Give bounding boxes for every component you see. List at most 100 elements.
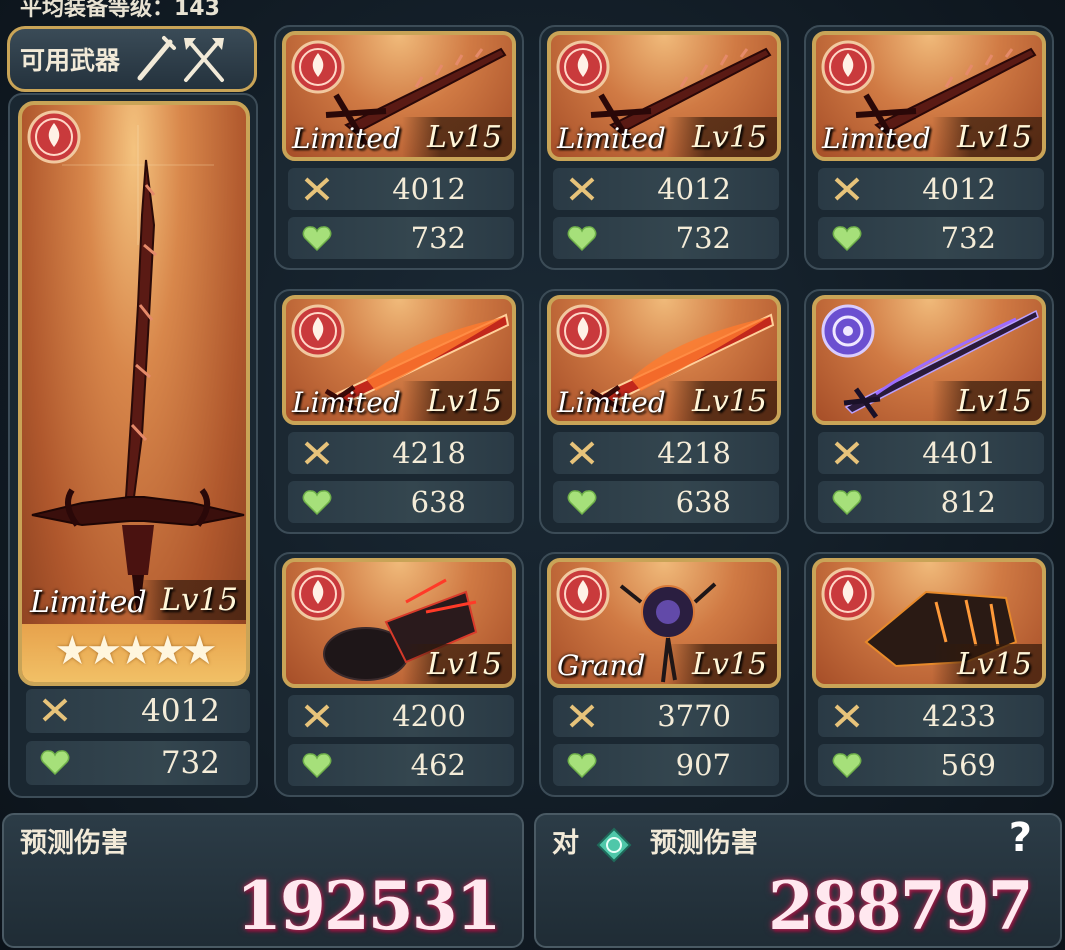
- attack-icon: [834, 704, 860, 728]
- attack-stat: 4218: [288, 432, 514, 474]
- weapon-art: Lv15: [282, 558, 516, 688]
- weapon-tag: Grand: [557, 649, 646, 682]
- weapon-art: Limited Lv15: [282, 295, 516, 425]
- weapon-level: Lv15: [691, 120, 767, 155]
- sword-icon: [137, 36, 177, 81]
- weapon-level: Lv15: [691, 384, 767, 419]
- weapon-level: Lv15: [956, 384, 1032, 419]
- attack-value: 4012: [922, 172, 996, 206]
- attack-value: 4233: [922, 699, 996, 733]
- fire-element-icon: [291, 304, 345, 358]
- weapon-card[interactable]: Limited Lv15 4012 732: [274, 25, 524, 270]
- hp-value: 732: [940, 221, 996, 255]
- hp-value: 638: [675, 485, 731, 519]
- predicted-damage-value: 192531: [236, 867, 502, 945]
- versus-prefix: 对: [552, 828, 579, 859]
- heart-icon: [302, 753, 332, 779]
- hp-stat: 732: [26, 741, 250, 785]
- attack-stat: 4012: [288, 168, 514, 210]
- weapon-art: Lv15: [812, 558, 1046, 688]
- hp-stat: 638: [288, 481, 514, 523]
- weapon-card[interactable]: Limited Lv15 4218 638: [539, 289, 789, 534]
- hp-value: 732: [675, 221, 731, 255]
- weapon-art: Limited Lv15: [547, 295, 781, 425]
- fire-element-icon: [821, 40, 875, 94]
- hp-stat: 812: [818, 481, 1044, 523]
- fire-element-icon: [27, 110, 81, 164]
- attack-icon: [569, 441, 595, 465]
- heart-icon: [567, 753, 597, 779]
- attack-icon: [42, 698, 68, 722]
- hp-value: 638: [410, 485, 466, 519]
- versus-damage-panel: 对 预测伤害 ? 288797: [534, 813, 1062, 948]
- weapon-level: Lv15: [956, 120, 1032, 155]
- weapon-tag: Limited: [30, 585, 147, 620]
- selected-weapon-art: ★★★★★ Limited Lv15: [18, 101, 250, 686]
- weapon-art: Grand Lv15: [547, 558, 781, 688]
- attack-value: 4218: [657, 436, 731, 470]
- versus-damage-value: 288797: [768, 867, 1034, 945]
- average-equipment-level: 平均装备等级：143: [20, 0, 220, 21]
- available-weapons-header[interactable]: 可用武器: [7, 26, 257, 92]
- attack-value: 4218: [392, 436, 466, 470]
- attack-icon: [569, 704, 595, 728]
- attack-stat: 3770: [553, 695, 779, 737]
- weapon-level: Lv15: [426, 120, 502, 155]
- fire-element-icon: [291, 567, 345, 621]
- predicted-damage-panel: 预测伤害 192531: [2, 813, 524, 948]
- attack-stat: 4012: [818, 168, 1044, 210]
- weapon-level: Lv15: [956, 647, 1032, 682]
- attack-value: 3770: [657, 699, 731, 733]
- hp-stat: 907: [553, 744, 779, 786]
- heart-icon: [567, 226, 597, 252]
- hp-stat: 569: [818, 744, 1044, 786]
- attack-stat: 4233: [818, 695, 1044, 737]
- weapon-level: Lv15: [160, 582, 238, 618]
- heart-icon: [832, 753, 862, 779]
- attack-stat: 4012: [553, 168, 779, 210]
- attack-value: 4401: [922, 436, 996, 470]
- hp-value: 907: [675, 748, 731, 782]
- weapon-level: Lv15: [426, 384, 502, 419]
- weapon-card[interactable]: Limited Lv15 4012 732: [804, 25, 1054, 270]
- attack-icon: [834, 441, 860, 465]
- selected-weapon-card[interactable]: ★★★★★ Limited Lv15 4012 732: [8, 93, 258, 798]
- attack-stat: 4401: [818, 432, 1044, 474]
- hp-value: 732: [410, 221, 466, 255]
- attack-icon: [834, 177, 860, 201]
- weapon-card[interactable]: Limited Lv15 4218 638: [274, 289, 524, 534]
- weapon-tag: Limited: [292, 122, 401, 155]
- crossed-spears-icon: [184, 38, 225, 82]
- weapon-card[interactable]: Limited Lv15 4012 732: [539, 25, 789, 270]
- hp-stat: 732: [818, 217, 1044, 259]
- fire-element-icon: [556, 304, 610, 358]
- available-weapons-label: 可用武器: [20, 46, 121, 75]
- weapon-card[interactable]: Lv15 4200 462: [274, 552, 524, 797]
- weapon-card[interactable]: Lv15 4401 812: [804, 289, 1054, 534]
- weapon-level: Lv15: [691, 647, 767, 682]
- fire-element-icon: [556, 40, 610, 94]
- heart-icon: [40, 750, 70, 776]
- weapon-tag: Limited: [557, 122, 666, 155]
- weapon-tag: Limited: [557, 386, 666, 419]
- weapon-card[interactable]: Lv15 4233 569: [804, 552, 1054, 797]
- attack-icon: [304, 704, 330, 728]
- heart-icon: [302, 226, 332, 252]
- fire-element-icon: [291, 40, 345, 94]
- dark-element-icon: [821, 304, 875, 358]
- attack-stat: 4200: [288, 695, 514, 737]
- wind-element-icon: [596, 827, 632, 862]
- attack-stat: 4218: [553, 432, 779, 474]
- hp-stat: 462: [288, 744, 514, 786]
- attack-value: 4012: [657, 172, 731, 206]
- weapon-art: Limited Lv15: [812, 31, 1046, 161]
- hp-value: 569: [940, 748, 996, 782]
- hp-stat: 732: [553, 217, 779, 259]
- hp-value: 812: [940, 485, 996, 519]
- attack-value: 4200: [392, 699, 466, 733]
- attack-icon: [569, 177, 595, 201]
- heart-icon: [567, 490, 597, 516]
- hp-stat: 638: [553, 481, 779, 523]
- help-icon[interactable]: ?: [1009, 815, 1032, 861]
- weapon-card[interactable]: Grand Lv15 3770 907: [539, 552, 789, 797]
